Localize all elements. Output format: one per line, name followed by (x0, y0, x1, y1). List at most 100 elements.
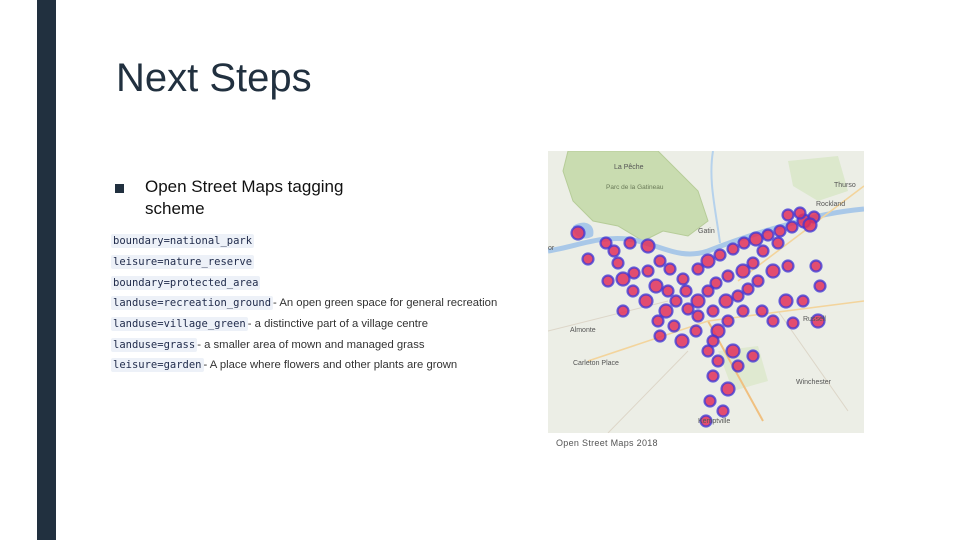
park-markers (570, 206, 827, 428)
map-label: Almonte (570, 327, 596, 334)
park-marker (786, 316, 800, 330)
tag-code: landuse=village_green (111, 317, 248, 332)
map-label: Carleton Place (573, 360, 619, 367)
park-marker (616, 304, 630, 318)
park-marker (653, 254, 667, 268)
tag-desc: - a distinctive part of a village centre (247, 318, 428, 331)
park-marker (748, 231, 764, 247)
map-label: Russell (803, 316, 826, 323)
map-label: Winchester (796, 379, 832, 386)
tag-row: boundary=national_park (111, 231, 531, 252)
park-marker (691, 309, 705, 323)
park-marker (663, 262, 677, 276)
park-marker (741, 282, 755, 296)
park-marker (751, 274, 765, 288)
park-marker (607, 244, 621, 258)
park-marker (735, 263, 751, 279)
tag-row: boundary=protected_area (111, 272, 531, 293)
park-marker (701, 284, 715, 298)
park-marker (761, 228, 775, 242)
park-marker (755, 304, 769, 318)
park-marker (623, 236, 637, 250)
park-marker (667, 319, 681, 333)
green-patch (788, 156, 848, 201)
park-marker (765, 263, 781, 279)
tag-desc: - A place where flowers and other plants… (203, 359, 458, 372)
park-marker (611, 256, 625, 270)
park-marker (725, 343, 741, 359)
park-marker (653, 329, 667, 343)
park-marker (716, 404, 730, 418)
park-marker (802, 217, 818, 233)
park-marker (681, 302, 695, 316)
map-canvas: La Pêche Parc de la Gatineau Gatin Thurs… (548, 151, 864, 433)
park-marker (706, 369, 720, 383)
park-marker (737, 236, 751, 250)
park-marker (701, 344, 715, 358)
park-marker (720, 381, 736, 397)
park-marker (676, 272, 690, 286)
park-marker (703, 394, 717, 408)
park-marker (766, 314, 780, 328)
tag-row: landuse=recreation_ground - An open gree… (111, 293, 531, 314)
park-marker (674, 333, 690, 349)
map-label: La Pêche (614, 164, 644, 171)
park-marker (796, 294, 810, 308)
tag-code: leisure=nature_reserve (111, 255, 255, 270)
park-marker (661, 284, 675, 298)
slide-title: Next Steps (116, 56, 312, 100)
park-marker (726, 242, 740, 256)
tag-desc: - a smaller area of mown and managed gra… (197, 338, 425, 351)
tag-code: landuse=recreation_ground (111, 296, 274, 311)
tag-code: boundary=protected_area (111, 275, 261, 290)
park-marker (809, 259, 823, 273)
tag-code: boundary=national_park (111, 234, 255, 249)
park-marker (721, 314, 735, 328)
tag-row: landuse=grass - a smaller area of mown a… (111, 334, 531, 355)
park-marker (793, 206, 807, 220)
park-marker (641, 264, 655, 278)
park-marker (781, 259, 795, 273)
map-caption: Open Street Maps 2018 (556, 438, 658, 448)
park-marker (773, 224, 787, 238)
park-marker (778, 293, 794, 309)
park-marker (615, 271, 631, 287)
park-marker (669, 294, 683, 308)
tag-code: leisure=garden (111, 358, 204, 373)
tag-code: landuse=grass (111, 337, 198, 352)
park-marker (746, 349, 760, 363)
park-marker (581, 252, 595, 266)
park-marker (601, 274, 615, 288)
park-marker (756, 244, 770, 258)
park-marker (651, 314, 665, 328)
park-marker (781, 208, 795, 222)
tag-list: boundary=national_park leisure=nature_re… (111, 231, 531, 376)
park-marker (706, 304, 720, 318)
park-marker (771, 236, 785, 250)
tag-row: leisure=nature_reserve (111, 252, 531, 273)
tag-desc: - An open green space for general recrea… (273, 297, 498, 310)
park-marker (638, 293, 654, 309)
map-label: or (548, 245, 555, 252)
park-marker (570, 225, 586, 241)
bullet-marker (115, 184, 124, 193)
map-label: Parc de la Gatineau (606, 184, 664, 191)
park-marker (640, 238, 656, 254)
park-marker (648, 278, 664, 294)
park-map: La Pêche Parc de la Gatineau Gatin Thurs… (548, 151, 864, 433)
park-marker (731, 359, 745, 373)
park-marker (731, 289, 745, 303)
park-marker (700, 253, 716, 269)
tag-row: leisure=garden - A place where flowers a… (111, 355, 531, 376)
park-marker (736, 304, 750, 318)
map-label: Rockland (816, 201, 845, 208)
park-marker (711, 354, 725, 368)
park-marker (718, 293, 734, 309)
map-label: Thurso (834, 182, 856, 189)
road (607, 350, 689, 433)
park-marker (785, 220, 799, 234)
park-marker (626, 284, 640, 298)
park-marker (689, 324, 703, 338)
tag-row: landuse=village_green - a distinctive pa… (111, 314, 531, 335)
park-marker (813, 279, 827, 293)
